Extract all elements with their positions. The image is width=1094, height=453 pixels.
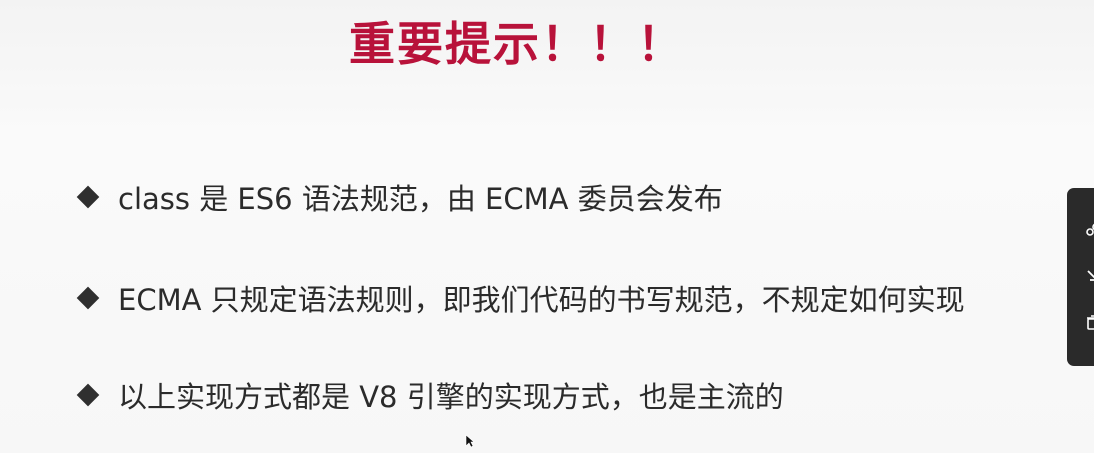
slide-title: 重要提示！！！ — [349, 17, 685, 71]
download-icon[interactable] — [1085, 268, 1094, 284]
presentation-slide: 重要提示！！！ class 是 ES6 语法规范，由 ECMA 委员会发布 EC… — [0, 0, 1094, 453]
mouse-cursor-icon — [465, 434, 475, 448]
bullet-text: ECMA 只规定语法规则，即我们代码的书写规范，不规定如何实现 — [118, 283, 965, 317]
link-icon[interactable] — [1085, 222, 1094, 238]
diamond-bullet-icon — [76, 286, 100, 310]
bullet-text: 以上实现方式都是 V8 引擎的实现方式，也是主流的 — [118, 380, 784, 414]
bullet-item: 以上实现方式都是 V8 引擎的实现方式，也是主流的 — [76, 374, 784, 416]
bullet-item: class 是 ES6 语法规范，由 ECMA 委员会发布 — [76, 176, 723, 218]
diamond-bullet-icon — [76, 185, 100, 209]
floating-side-toolbar — [1067, 188, 1094, 366]
diamond-bullet-icon — [76, 383, 100, 407]
bullet-item: ECMA 只规定语法规则，即我们代码的书写规范，不规定如何实现 — [76, 277, 965, 319]
delete-icon[interactable] — [1085, 314, 1094, 330]
bullet-text: class 是 ES6 语法规范，由 ECMA 委员会发布 — [118, 182, 723, 216]
